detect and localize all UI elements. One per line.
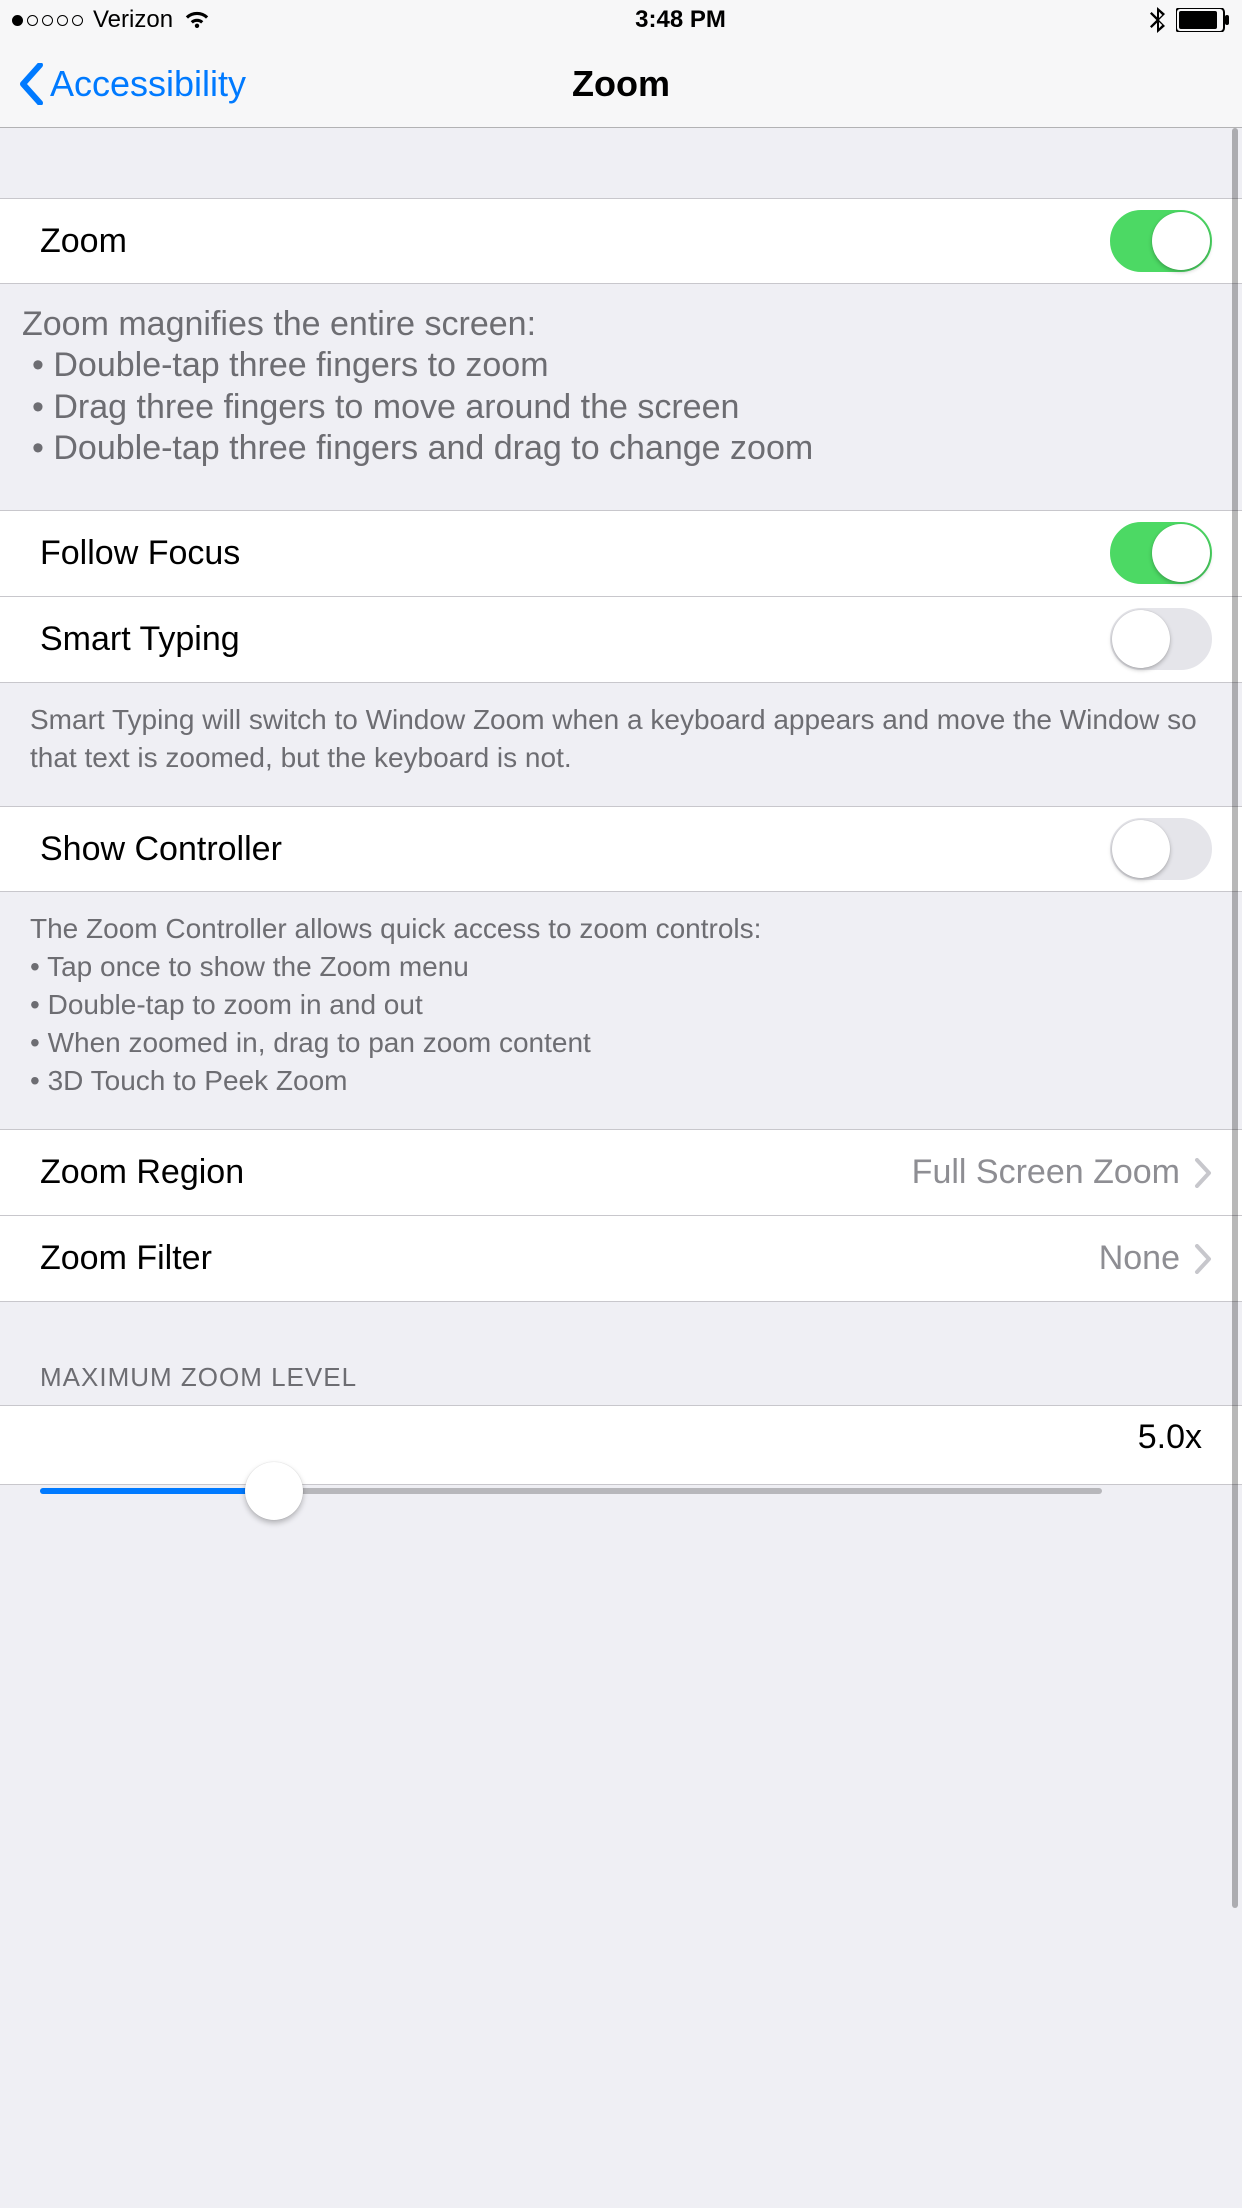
settings-content[interactable]: Zoom Zoom magnifies the entire screen: D…	[0, 128, 1242, 2208]
max-zoom-section-header: MAXIMUM ZOOM LEVEL	[0, 1302, 1242, 1405]
follow-focus-row[interactable]: Follow Focus	[0, 511, 1242, 597]
zoom-region-label: Zoom Region	[40, 1153, 244, 1192]
zoom-row[interactable]: Zoom	[0, 198, 1242, 284]
zoom-region-row[interactable]: Zoom Region Full Screen Zoom	[0, 1130, 1242, 1216]
zoom-toggle[interactable]	[1110, 210, 1212, 272]
bluetooth-icon	[1150, 7, 1166, 33]
show-controller-row[interactable]: Show Controller	[0, 806, 1242, 892]
follow-focus-label: Follow Focus	[40, 534, 240, 573]
carrier-label: Verizon	[93, 6, 173, 34]
chevron-right-icon	[1194, 1158, 1212, 1188]
max-zoom-slider-row[interactable]: 5.0x	[0, 1405, 1242, 1485]
scroll-indicator	[1232, 128, 1238, 1908]
follow-focus-toggle[interactable]	[1110, 522, 1212, 584]
wifi-icon	[183, 9, 211, 31]
zoom-filter-row[interactable]: Zoom Filter None	[0, 1216, 1242, 1302]
slider-thumb[interactable]	[245, 1462, 303, 1520]
battery-icon	[1176, 8, 1230, 32]
smart-typing-label: Smart Typing	[40, 620, 240, 659]
smart-typing-toggle[interactable]	[1110, 608, 1212, 670]
clock: 3:48 PM	[635, 6, 726, 34]
zoom-filter-label: Zoom Filter	[40, 1239, 212, 1278]
controller-description: The Zoom Controller allows quick access …	[0, 892, 1242, 1129]
zoom-filter-value: None	[1099, 1239, 1180, 1278]
smart-typing-row[interactable]: Smart Typing	[0, 597, 1242, 683]
signal-dots-icon	[12, 15, 83, 26]
max-zoom-value: 5.0x	[1138, 1418, 1202, 1457]
show-controller-toggle[interactable]	[1110, 818, 1212, 880]
max-zoom-slider[interactable]	[40, 1488, 1102, 1494]
nav-bar: Accessibility Zoom	[0, 40, 1242, 128]
smart-typing-description: Smart Typing will switch to Window Zoom …	[0, 683, 1242, 807]
zoom-region-value: Full Screen Zoom	[912, 1153, 1180, 1192]
chevron-right-icon	[1194, 1244, 1212, 1274]
show-controller-label: Show Controller	[40, 830, 282, 869]
back-label: Accessibility	[50, 63, 246, 105]
back-button[interactable]: Accessibility	[0, 63, 246, 105]
zoom-description: Zoom magnifies the entire screen: Double…	[0, 284, 1242, 510]
zoom-label: Zoom	[40, 222, 127, 261]
chevron-left-icon	[18, 63, 44, 105]
status-bar: Verizon 3:48 PM	[0, 0, 1242, 40]
